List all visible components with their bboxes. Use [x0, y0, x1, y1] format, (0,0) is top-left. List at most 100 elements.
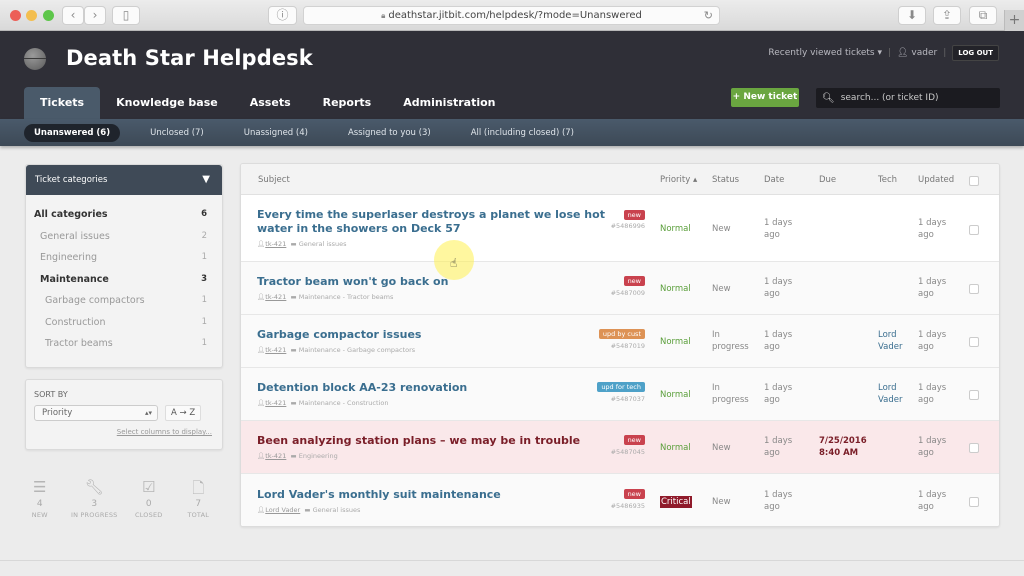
ticket-subject-link[interactable]: Garbage compactor issues [257, 328, 612, 342]
category-label: Maintenance [40, 273, 109, 285]
table-row[interactable]: Detention block AA-23 renovation 👤︎tk-42… [241, 368, 999, 421]
row-checkbox[interactable] [969, 337, 979, 347]
filter-icon[interactable]: ▼ [202, 165, 210, 195]
user-link[interactable]: 👤︎ vader [897, 48, 937, 58]
ticket-user-link[interactable]: tk-421 [265, 240, 286, 248]
table-row[interactable]: Every time the superlaser destroys a pla… [241, 195, 999, 262]
maximize-window-button[interactable] [43, 10, 54, 21]
lock-icon: 🔒︎ [381, 11, 386, 20]
category-garbage-compactors[interactable]: Garbage compactors 1 [26, 290, 222, 312]
row-checkbox[interactable] [969, 497, 979, 507]
user-icon: 👤︎ [897, 48, 909, 58]
table-row[interactable]: Been analyzing station plans – we may be… [241, 421, 999, 474]
col-priority[interactable]: Priority ▴ [660, 175, 697, 185]
categories-panel: Ticket categories ▼ All categories 6 Gene… [25, 164, 223, 368]
category-maintenance[interactable]: Maintenance 3 [26, 269, 222, 291]
category-all[interactable]: All categories 6 [26, 204, 222, 226]
ticket-date: 1 days ago [764, 490, 793, 512]
search-input[interactable] [840, 93, 991, 103]
close-window-button[interactable] [10, 10, 21, 21]
sort-select[interactable]: Priority ▴▾ [34, 405, 158, 421]
filter-unanswered[interactable]: Unanswered (6) [24, 123, 121, 142]
new-ticket-button[interactable]: + New ticket [731, 88, 799, 107]
ticket-tech-link[interactable]: Lord Vader [878, 382, 914, 406]
categories-header: Ticket categories ▼ [26, 165, 222, 195]
col-date[interactable]: Date [764, 175, 784, 185]
filter-unclosed[interactable]: Unclosed (7) [140, 124, 214, 142]
row-checkbox[interactable] [969, 443, 979, 453]
ticket-user-link[interactable]: Lord Vader [265, 506, 300, 514]
filter-all[interactable]: All (including closed) (7) [461, 124, 584, 142]
tab-tickets[interactable]: Tickets [24, 87, 101, 119]
stat-value: 0 [145, 499, 152, 509]
category-engineering[interactable]: Engineering 1 [26, 247, 222, 269]
category-construction[interactable]: Construction 1 [26, 312, 222, 334]
sidebar-toggle-icon[interactable]: ▯ [112, 6, 140, 25]
ticket-user-link[interactable]: tk-421 [265, 452, 286, 460]
ticket-priority: Normal [660, 284, 691, 294]
stat-value: 3 [91, 499, 98, 509]
search-icon: 🔍︎ [822, 92, 835, 104]
row-checkbox[interactable] [969, 284, 979, 294]
back-button[interactable]: ‹ [62, 6, 84, 25]
category-label: Tractor beams [45, 338, 113, 349]
row-checkbox[interactable] [969, 390, 979, 400]
ticket-user-link[interactable]: tk-421 [265, 399, 286, 407]
ticket-subject-link[interactable]: Tractor beam won't go back on [257, 275, 612, 289]
minimize-window-button[interactable] [26, 10, 37, 21]
tab-knowledge-base[interactable]: Knowledge base [100, 87, 234, 119]
folder-icon: ▬ [290, 346, 297, 354]
col-status[interactable]: Status [712, 175, 739, 185]
recently-viewed-dropdown[interactable]: Recently viewed tickets ▾ [768, 48, 882, 58]
ticket-subject-link[interactable]: Been analyzing station plans – we may be… [257, 434, 612, 448]
table-row[interactable]: Lord Vader's monthly suit maintenance 👤︎… [241, 474, 999, 526]
tab-assets[interactable]: Assets [234, 87, 307, 119]
downloads-icon[interactable]: ⬇ [898, 6, 926, 25]
stat-in-progress[interactable]: 🔧︎ 3 IN PROGRESS [65, 478, 124, 519]
ticket-subject-link[interactable]: Detention block AA-23 renovation [257, 381, 612, 395]
col-tech[interactable]: Tech [878, 175, 897, 185]
user-menu: Recently viewed tickets ▾ | 👤︎ vader | L… [768, 45, 999, 61]
ticket-id: #5487037 [610, 395, 645, 403]
ticket-subject-link[interactable]: Lord Vader's monthly suit maintenance [257, 488, 612, 502]
sort-direction-button[interactable]: A → Z [165, 405, 202, 421]
select-columns-link[interactable]: Select columns to display... [34, 428, 214, 436]
filter-assigned-to-you[interactable]: Assigned to you (3) [338, 124, 441, 142]
address-bar[interactable]: 🔒︎ deathstar.jitbit.com/helpdesk/?mode=Un… [303, 6, 720, 25]
ticket-user-link[interactable]: tk-421 [265, 346, 286, 354]
tab-administration[interactable]: Administration [387, 87, 511, 119]
reload-icon[interactable]: ↻ [704, 7, 713, 24]
logout-button[interactable]: LOG OUT [952, 45, 999, 61]
tabs-overview-icon[interactable]: ⧉ [969, 6, 997, 25]
category-general-issues[interactable]: General issues 2 [26, 226, 222, 248]
app-title: Death Star Helpdesk [66, 46, 313, 70]
stat-new[interactable]: ☰ 4 NEW [15, 478, 65, 519]
col-due[interactable]: Due [819, 175, 836, 185]
select-all-checkbox[interactable] [969, 176, 979, 186]
ticket-status: New [712, 497, 731, 507]
ticket-tech-link[interactable]: Lord Vader [878, 329, 914, 353]
stat-closed[interactable]: ☑ 0 CLOSED [124, 478, 174, 519]
ticket-user-link[interactable]: tk-421 [265, 293, 286, 301]
main-nav: Tickets Knowledge base Assets Reports Ad… [24, 87, 512, 119]
ticket-id: #5486996 [610, 222, 645, 230]
category-tractor-beams[interactable]: Tractor beams 1 [26, 333, 222, 355]
stat-total[interactable]: 🗋 7 TOTAL [173, 478, 223, 519]
row-checkbox[interactable] [969, 225, 979, 235]
share-icon[interactable]: ⇪ [933, 6, 961, 25]
col-updated[interactable]: Updated [918, 175, 954, 185]
ticket-subject-link[interactable]: Every time the superlaser destroys a pla… [257, 208, 612, 236]
category-label: Construction [45, 316, 106, 328]
forward-button[interactable]: › [84, 6, 106, 25]
new-tab-button[interactable]: + [1004, 10, 1024, 31]
tab-reports[interactable]: Reports [307, 87, 388, 119]
reader-info-icon[interactable]: ⓘ [268, 6, 297, 25]
table-row[interactable]: Garbage compactor issues 👤︎tk-421 ▬ Main… [241, 315, 999, 368]
status-badge: upd by cust [598, 329, 645, 339]
col-subject[interactable]: Subject [258, 175, 290, 185]
filter-unassigned[interactable]: Unassigned (4) [234, 124, 318, 142]
table-row[interactable]: Tractor beam won't go back on 👤︎tk-421 ▬… [241, 262, 999, 315]
status-badge: new [623, 435, 645, 445]
ticket-meta: 👤︎tk-421 ▬ General issues [257, 238, 347, 250]
ticket-date: 1 days ago [764, 218, 793, 240]
